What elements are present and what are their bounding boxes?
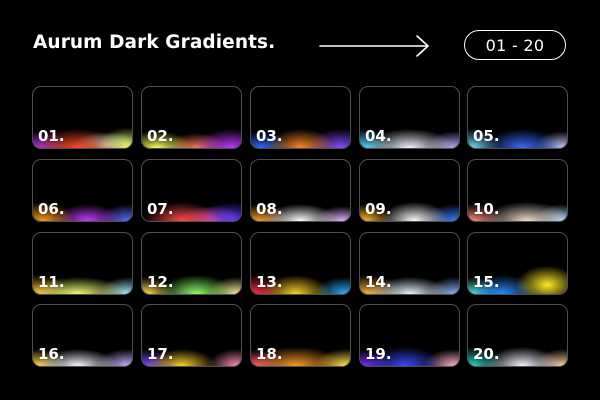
tile-number: 03. (256, 127, 283, 145)
range-badge: 01 - 20 (464, 30, 566, 60)
tile-number: 01. (38, 127, 65, 145)
gradient-tile[interactable]: 07. (141, 159, 242, 222)
tile-number: 04. (365, 127, 392, 145)
gradient-tile[interactable]: 15. (467, 232, 568, 295)
gradient-tile[interactable]: 04. (359, 86, 460, 149)
gradient-tile[interactable]: 17. (141, 304, 242, 367)
gradient-tile[interactable]: 03. (250, 86, 351, 149)
page-title: Aurum Dark Gradients. (33, 32, 276, 53)
gradient-tile[interactable]: 09. (359, 159, 460, 222)
gradient-tile[interactable]: 13. (250, 232, 351, 295)
tile-number: 16. (38, 345, 65, 363)
gradient-tile[interactable]: 02. (141, 86, 242, 149)
tile-number: 18. (256, 345, 283, 363)
tile-number: 06. (38, 200, 65, 218)
tile-number: 13. (256, 273, 283, 291)
tile-number: 08. (256, 200, 283, 218)
tile-number: 09. (365, 200, 392, 218)
tile-number: 15. (473, 273, 500, 291)
tile-number: 12. (147, 273, 174, 291)
tile-number: 17. (147, 345, 174, 363)
tile-number: 20. (473, 345, 500, 363)
gradient-tile[interactable]: 11. (32, 232, 133, 295)
tile-number: 11. (38, 273, 65, 291)
gradient-tile[interactable]: 16. (32, 304, 133, 367)
gradient-tile[interactable]: 18. (250, 304, 351, 367)
arrow-right-icon (319, 35, 429, 57)
gradient-tile[interactable]: 01. (32, 86, 133, 149)
gradient-tile[interactable]: 12. (141, 232, 242, 295)
tile-number: 07. (147, 200, 174, 218)
gradient-tile[interactable]: 10. (467, 159, 568, 222)
tile-number: 05. (473, 127, 500, 145)
gradient-tile[interactable]: 05. (467, 86, 568, 149)
tile-number: 10. (473, 200, 500, 218)
gradient-tile[interactable]: 06. (32, 159, 133, 222)
gradient-tile[interactable]: 14. (359, 232, 460, 295)
gradient-tile[interactable]: 19. (359, 304, 460, 367)
gradient-tile[interactable]: 20. (467, 304, 568, 367)
tile-number: 14. (365, 273, 392, 291)
gradient-tile[interactable]: 08. (250, 159, 351, 222)
tile-number: 19. (365, 345, 392, 363)
range-label: 01 - 20 (485, 35, 545, 55)
tile-number: 02. (147, 127, 174, 145)
